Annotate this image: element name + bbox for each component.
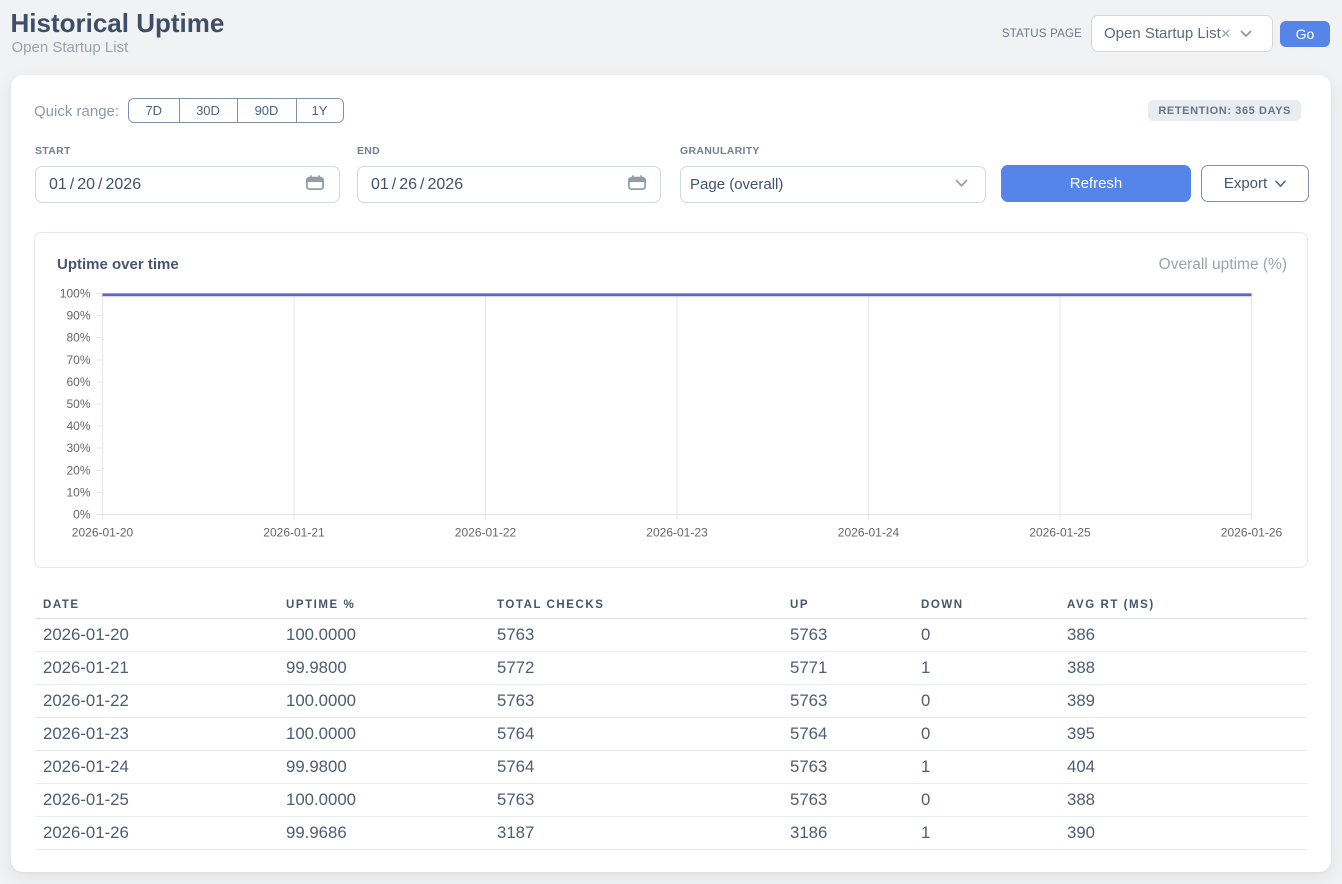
svg-text:80%: 80% [66, 331, 90, 345]
svg-text:10%: 10% [66, 486, 90, 500]
svg-text:2026-01-23: 2026-01-23 [646, 526, 708, 540]
svg-text:30%: 30% [66, 441, 90, 455]
svg-text:2026-01-21: 2026-01-21 [263, 526, 325, 540]
svg-text:20%: 20% [66, 464, 90, 478]
svg-text:2026-01-25: 2026-01-25 [1029, 526, 1091, 540]
svg-text:60%: 60% [66, 375, 90, 389]
svg-text:70%: 70% [66, 353, 90, 367]
svg-text:2026-01-24: 2026-01-24 [838, 526, 900, 540]
svg-text:2026-01-22: 2026-01-22 [455, 526, 517, 540]
svg-text:40%: 40% [66, 419, 90, 433]
svg-text:2026-01-26: 2026-01-26 [1221, 526, 1283, 540]
svg-text:2026-01-20: 2026-01-20 [72, 526, 134, 540]
svg-text:50%: 50% [66, 397, 90, 411]
svg-text:0%: 0% [73, 508, 91, 522]
svg-text:90%: 90% [66, 309, 90, 323]
svg-text:100%: 100% [60, 287, 91, 301]
